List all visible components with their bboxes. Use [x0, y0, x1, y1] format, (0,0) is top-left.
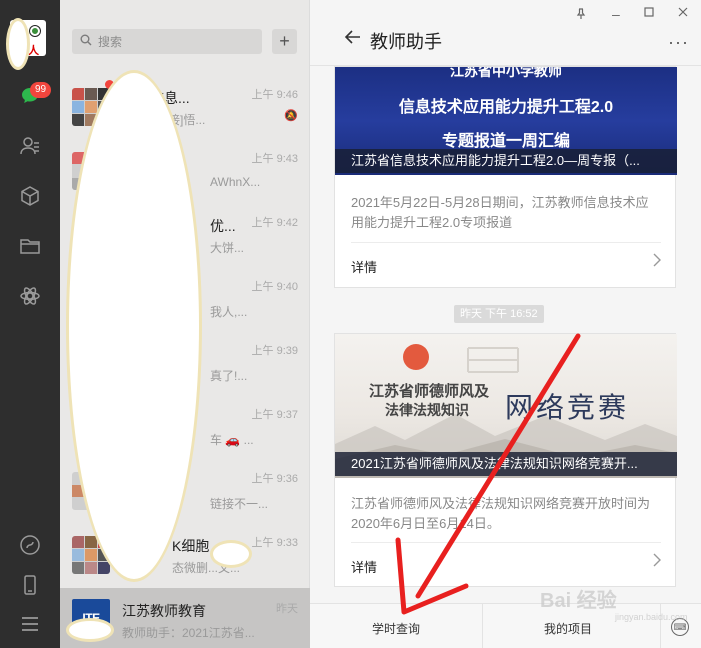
- chat-name: 江苏教师教育: [122, 603, 206, 619]
- chat-time: 上午 9:42: [251, 217, 298, 229]
- banner-line: 江苏省中小学教师: [450, 67, 562, 79]
- article-description: 江苏省师德师风及法律法规知识网络竞赛开放时间为2020年6月日至6月14日。: [351, 496, 651, 531]
- favorites-box-icon[interactable]: [18, 184, 42, 208]
- maximize-icon[interactable]: [644, 7, 654, 20]
- chat-preview: 链接不一...: [210, 497, 269, 511]
- banner-title: 网络竞赛: [505, 391, 630, 424]
- chat-time: 上午 9:37: [251, 409, 298, 421]
- folder-icon[interactable]: [18, 234, 42, 258]
- conversation-header: – 教师助手 ···: [310, 0, 701, 66]
- article-title: 江苏省信息技术应用能力提升工程2.0—周专报（...: [335, 149, 677, 173]
- more-options-icon[interactable]: ···: [668, 32, 689, 53]
- service-menu-bar: 学时查询 我的项目 ⌨: [310, 603, 701, 648]
- chat-time: 上午 9:36: [251, 473, 298, 485]
- banner-title: 江苏省师德师风及: [369, 383, 490, 400]
- banner-line: 信息技术应用能力提升工程2.0: [398, 99, 614, 116]
- divider: [351, 242, 661, 243]
- conversation-panel: – 教师助手 ··· 江苏省中小学教师 信息技术应用能力提升工程2.0 专题报道…: [310, 0, 701, 648]
- unread-badge: 99: [30, 82, 52, 98]
- wechat-window: 人 99 搜索 + [链接]悟... 上午 9:46 🔕 AWhnX... 上午…: [0, 0, 701, 648]
- banner-line: 专题报道一周汇编: [441, 133, 570, 150]
- article-description: 2021年5月22日-5月28日期间，江苏教师信息技术应用能力提升工程2.0专项…: [351, 195, 649, 230]
- moments-icon[interactable]: [18, 284, 42, 308]
- menu-my-projects[interactable]: 我的项目: [544, 620, 592, 637]
- search-icon: [80, 34, 92, 49]
- chat-preview: 车 🚗 ...: [210, 433, 254, 447]
- chat-preview: 我人,...: [210, 305, 248, 319]
- chat-name: 优...: [210, 218, 236, 234]
- search-input[interactable]: [98, 34, 248, 49]
- article-card[interactable]: 江苏省师德师风及 法律法规知识 网络竞赛 2021江苏省师德师风及法律法规知识网…: [334, 333, 677, 587]
- chevron-right-icon: [653, 253, 661, 272]
- avatar-eye-graphic: [30, 26, 40, 36]
- chat-time: 上午 9:40: [251, 281, 298, 293]
- close-icon[interactable]: [678, 7, 688, 20]
- menu-hamburger-icon[interactable]: [18, 612, 42, 636]
- chat-time: 上午 9:33: [251, 537, 298, 549]
- menu-study-hours[interactable]: 学时查询: [372, 620, 420, 637]
- contacts-icon[interactable]: [18, 134, 42, 158]
- chat-preview: 真了!...: [210, 369, 248, 383]
- chat-preview: AWhnX...: [210, 175, 261, 189]
- details-link[interactable]: 详情: [351, 557, 377, 576]
- banner-title: 法律法规知识: [385, 402, 469, 418]
- chat-preview: 大饼...: [210, 241, 245, 255]
- chevron-right-icon: [653, 553, 661, 572]
- redaction-blob: [210, 540, 252, 568]
- chat-time: 上午 9:46: [251, 89, 298, 101]
- divider: [351, 542, 661, 543]
- details-link[interactable]: 详情: [351, 257, 377, 276]
- miniprogram-icon[interactable]: [18, 533, 42, 557]
- pin-icon[interactable]: [576, 8, 586, 23]
- conversation-title: 教师助手: [370, 32, 442, 52]
- add-chat-button[interactable]: +: [272, 29, 297, 54]
- redaction-blob: [66, 70, 202, 582]
- chat-list-panel: + 天，信息... 上午: [链接]悟... 上午 9:46 🔕 AWhnX..…: [60, 0, 310, 648]
- phone-icon[interactable]: [18, 573, 42, 597]
- sun-graphic: [403, 344, 429, 370]
- article-title: 2021江苏省师德师风及法律法规知识网络竞赛开...: [335, 452, 677, 476]
- divider: [482, 604, 483, 648]
- baidu-watermark-url: jingyan.baidu.com: [615, 612, 688, 622]
- chat-time: 上午 9:43: [251, 153, 298, 165]
- chat-name: K细胞: [172, 538, 210, 554]
- article-card[interactable]: 江苏省中小学教师 信息技术应用能力提升工程2.0 专题报道一周汇编 江苏省信息技…: [334, 66, 677, 288]
- redaction-blob: [66, 618, 114, 642]
- sidebar-rail: 人 99: [0, 0, 60, 648]
- redaction-blob: [6, 18, 30, 70]
- chat-time: 上午 9:39: [251, 345, 298, 357]
- chat-time: 昨天: [276, 603, 298, 615]
- message-timestamp: 昨天 下午 16:52: [454, 305, 544, 323]
- minimize-icon[interactable]: –: [612, 6, 620, 22]
- back-arrow-icon[interactable]: [344, 28, 362, 52]
- mute-bell-icon: 🔕: [284, 110, 298, 122]
- baidu-watermark: Bai 经验: [540, 590, 617, 612]
- search-box[interactable]: [72, 29, 262, 54]
- chat-preview: 教师助手：2021江苏省...: [122, 626, 255, 640]
- divider: [660, 604, 661, 648]
